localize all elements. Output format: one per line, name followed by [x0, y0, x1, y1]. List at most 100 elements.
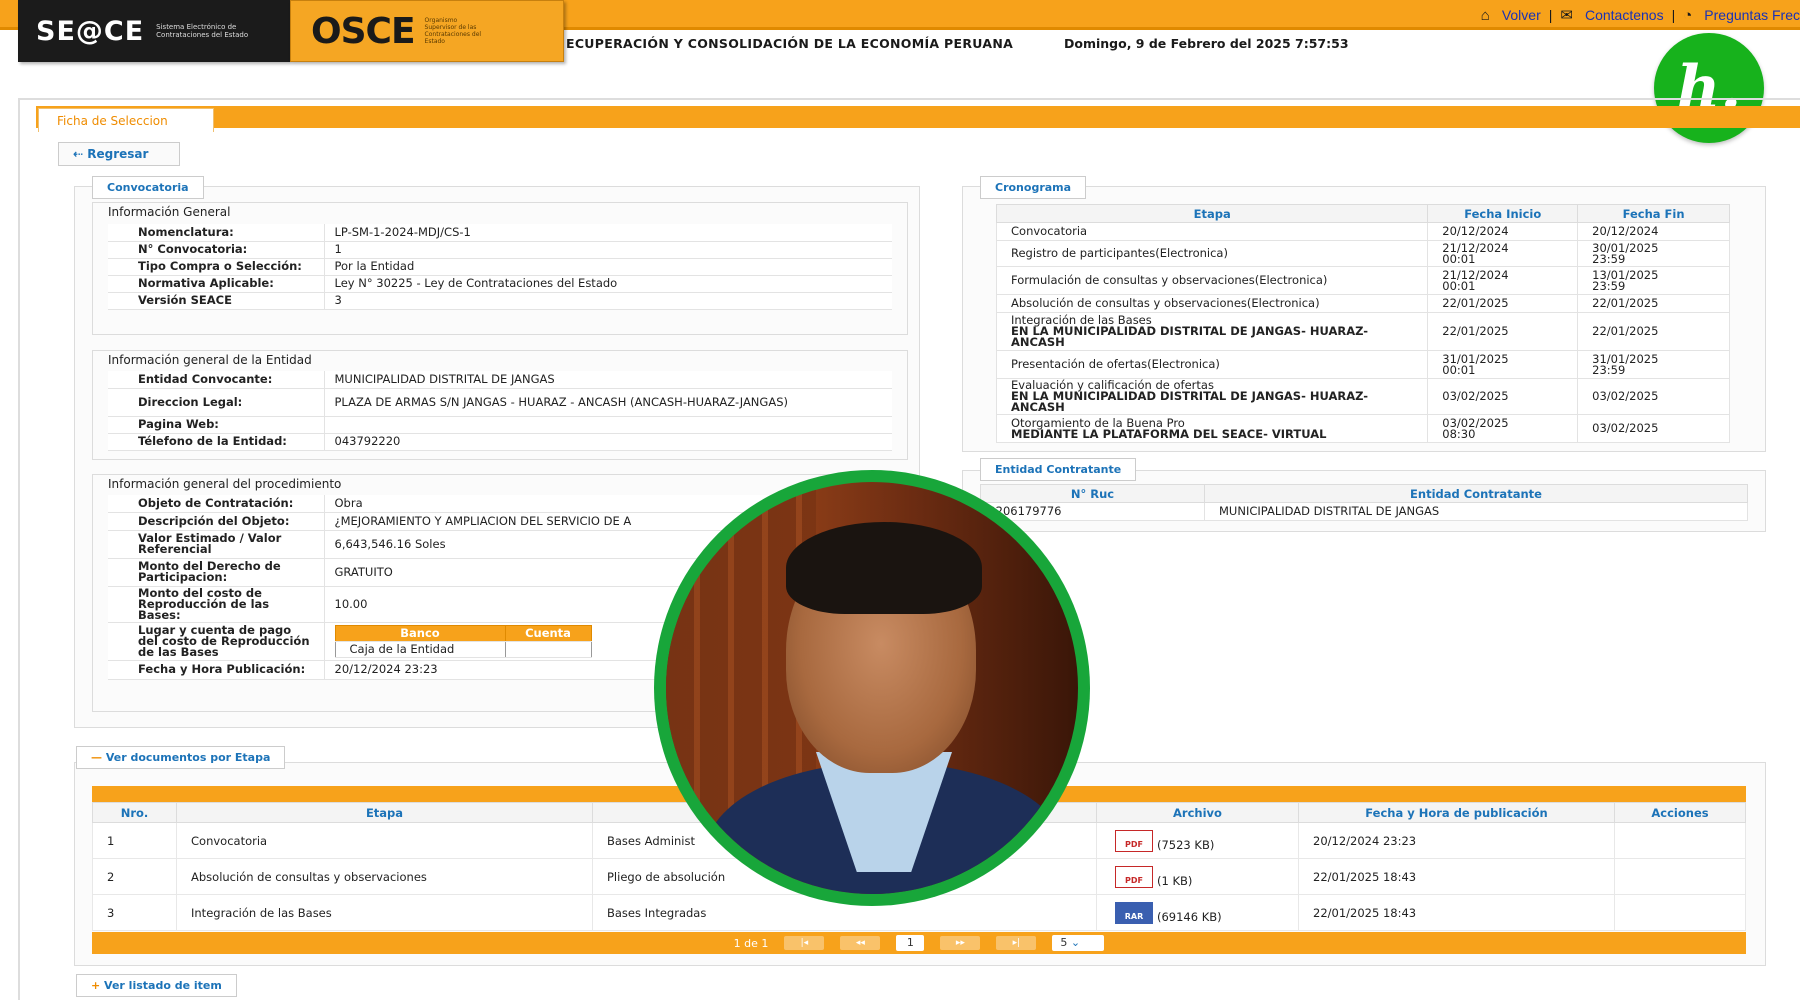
documentos-legend-label: Ver documentos por Etapa: [105, 751, 271, 764]
cronograma-fin: 03/02/2025: [1577, 414, 1730, 443]
fin-time: 23:59: [1592, 362, 1626, 377]
cronograma-fin: 31/01/2025 23:59: [1577, 350, 1730, 379]
portrait-hair: [786, 522, 982, 614]
inicio-date: 20/12/2024: [1442, 224, 1509, 238]
per-page-select[interactable]: 5 ⌄: [1052, 935, 1105, 951]
pager-last-button[interactable]: ▸|: [996, 936, 1037, 950]
cronograma-row: Absolución de consultas y observaciones(…: [995, 294, 1730, 313]
etapa-name: Registro de participantes(Electronica): [1011, 246, 1228, 260]
bank-banco-value: Caja de la Entidad: [334, 640, 506, 658]
cronograma-inicio: 03/02/2025: [1427, 378, 1579, 415]
info-row: Versión SEACE 3: [108, 292, 892, 310]
cronograma-etapa: Evaluación y calificación de ofertas EN L…: [995, 378, 1429, 415]
tab-strip: [36, 106, 1800, 128]
cronograma-etapa: Convocatoria: [995, 222, 1429, 241]
doc-nro: 2: [92, 858, 177, 895]
cronograma-row: Formulación de consultas y observaciones…: [995, 266, 1730, 295]
inicio-time: 00:01: [1442, 251, 1476, 266]
col-ruc: N° Ruc: [980, 484, 1205, 503]
cronograma-etapa: Integración de las Bases EN LA MUNICIPALI…: [995, 312, 1429, 351]
doc-size: (69146 KB): [1157, 909, 1222, 924]
doc-fecha: 22/01/2025 18:43: [1298, 858, 1615, 895]
col-acciones: Acciones: [1614, 802, 1746, 823]
slogan: ECUPERACIÓN Y CONSOLIDACIÓN DE LA ECONOM…: [566, 36, 1014, 51]
info-value: Ley N° 30225 - Ley de Contrataciones del…: [324, 275, 892, 293]
cronograma-inicio: 22/01/2025: [1427, 312, 1579, 351]
cronograma-fin: 22/01/2025: [1577, 294, 1730, 313]
back-button[interactable]: ⇠ Regresar: [58, 142, 180, 166]
info-row: Normativa Aplicable: Ley N° 30225 - Ley d…: [108, 275, 892, 293]
info-entidad-table: Entidad Convocante: MUNICIPALIDAD DISTRIT…: [108, 371, 892, 451]
info-value: 3: [324, 292, 892, 310]
info-label: Direccion Legal:: [108, 388, 325, 417]
rar-file-icon[interactable]: RAR: [1115, 901, 1153, 924]
pager-first-button[interactable]: |◂: [784, 936, 825, 950]
preguntas-link[interactable]: Preguntas Frec: [1704, 7, 1800, 23]
inicio-date: 03/02/2025: [1442, 389, 1509, 403]
info-value: 1: [324, 241, 892, 259]
pager-prev-button[interactable]: ◂◂: [840, 936, 881, 950]
info-label: Objeto de Contratación:: [108, 495, 325, 513]
current-datetime: Domingo, 9 de Febrero del 2025 7:57:53: [1064, 36, 1349, 51]
items-legend[interactable]: + Ver listado de item: [76, 974, 237, 997]
info-label: Pagina Web:: [108, 416, 325, 434]
seace-logo-subtitle: Sistema Electrónico de Contrataciones de…: [156, 23, 249, 39]
info-row: Nomenclatura: LP-SM-1-2024-MDJ/CS-1: [108, 224, 892, 242]
cronograma-fin: 03/02/2025: [1577, 378, 1730, 415]
info-label: Fecha y Hora Publicación:: [108, 660, 325, 680]
osce-logo[interactable]: OSCE Organismo Supervisor de las Contrat…: [290, 0, 564, 62]
back-button-label: Regresar: [87, 147, 149, 161]
cronograma-fin: 20/12/2024: [1577, 222, 1730, 241]
link-separator: |: [1671, 7, 1676, 23]
pager-current-page[interactable]: 1: [896, 935, 925, 951]
entidad-contratante-value: MUNICIPALIDAD DISTRITAL DE JANGAS: [1204, 502, 1748, 521]
cronograma-inicio: 31/01/2025 00:01: [1427, 350, 1579, 379]
convocatoria-legend: Convocatoria: [92, 176, 204, 199]
cronograma-inicio: 20/12/2024: [1427, 222, 1579, 241]
mail-icon: ✉: [1560, 7, 1573, 24]
doc-acciones: [1614, 894, 1746, 931]
cronograma-row: Convocatoria 20/12/2024 20/12/2024: [995, 222, 1730, 241]
contratante-legend: Entidad Contratante: [980, 458, 1137, 481]
doc-archivo: RAR (69146 KB): [1096, 894, 1299, 931]
doc-acciones: [1614, 858, 1746, 895]
doc-nro: 3: [92, 894, 177, 931]
fin-date: 22/01/2025: [1592, 324, 1659, 338]
info-entidad-title: Información general de la Entidad: [108, 353, 312, 367]
cronograma-etapa: Absolución de consultas y observaciones(…: [995, 294, 1429, 313]
info-value: PLAZA DE ARMAS S/N JANGAS - HUARAZ - ANC…: [324, 388, 892, 417]
pdf-file-icon[interactable]: PDF: [1115, 829, 1153, 852]
cronograma-row: Presentación de ofertas(Electronica) 31/0…: [995, 350, 1730, 379]
info-label: Monto del costo de Reproducción de las B…: [108, 586, 325, 623]
seace-logo[interactable]: SE@CE Sistema Electrónico de Contratacio…: [18, 0, 290, 62]
pager-next-button[interactable]: ▸▸: [940, 936, 981, 950]
fin-date: 03/02/2025: [1592, 421, 1659, 435]
pdf-file-icon[interactable]: PDF: [1115, 865, 1153, 888]
cronograma-row: Otorgamiento de la Buena Pro MEDIANTE LA …: [995, 414, 1730, 443]
contactenos-link[interactable]: Contactenos: [1585, 7, 1664, 23]
pager-info: 1 de 1: [733, 936, 769, 950]
documentos-legend[interactable]: — Ver documentos por Etapa: [76, 746, 286, 769]
doc-archivo: PDF (1 KB): [1096, 858, 1299, 895]
col-nro: Nro.: [92, 802, 177, 823]
ruc-value: 20206179776: [980, 502, 1205, 521]
tab-ficha-seleccion[interactable]: Ficha de Seleccion: [38, 108, 214, 132]
fin-time: 23:59: [1592, 278, 1626, 293]
col-archivo: Archivo: [1096, 802, 1299, 823]
info-label: Télefono de la Entidad:: [108, 433, 325, 451]
info-row: Télefono de la Entidad: 043792220: [108, 433, 892, 451]
cronograma-etapa: Otorgamiento de la Buena Pro MEDIANTE LA …: [995, 414, 1429, 443]
info-row: Pagina Web:: [108, 416, 892, 434]
etapa-name: Formulación de consultas y observaciones…: [1011, 273, 1328, 287]
fin-date: 03/02/2025: [1592, 389, 1659, 403]
etapa-name: Absolución de consultas y observaciones(…: [1011, 296, 1320, 310]
fin-date: 22/01/2025: [1592, 296, 1659, 310]
etapa-name: Presentación de ofertas(Electronica): [1011, 357, 1220, 371]
volver-link[interactable]: Volver: [1502, 7, 1541, 23]
doc-archivo: PDF (7523 KB): [1096, 822, 1299, 859]
etapa-location: EN LA MUNICIPALIDAD DISTRITAL DE JANGAS-…: [1011, 324, 1369, 349]
expand-icon: +: [91, 979, 105, 992]
doc-size: (1 KB): [1157, 873, 1193, 888]
contratante-table: N° Ruc Entidad Contratante 20206179776 M…: [980, 484, 1748, 521]
rss-icon: ◔: [1683, 6, 1693, 24]
